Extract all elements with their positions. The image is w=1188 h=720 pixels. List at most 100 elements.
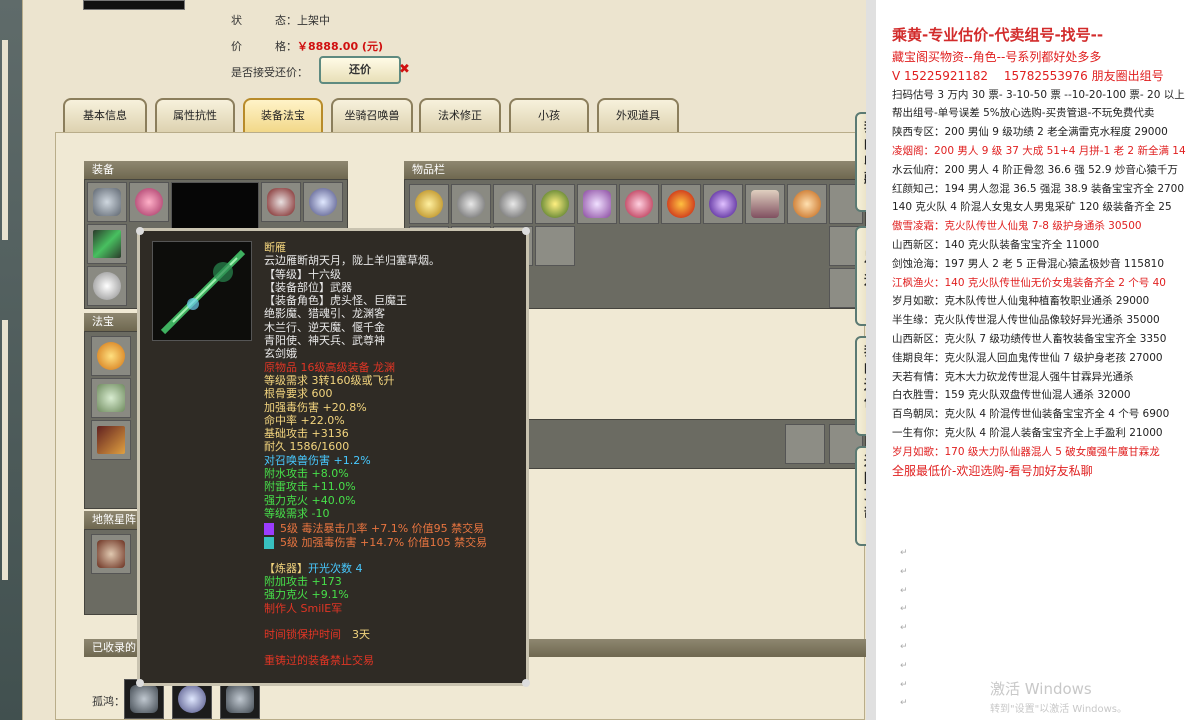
bargain-row: 是否接受还价： (231, 64, 308, 80)
document-line: 藏宝阁买物资--角色--号系列都好处多多 (892, 50, 1102, 64)
document-line: 山西新区：140 克火队装备宝宝齐全 11000 (892, 238, 1100, 251)
tooltip-line: 附水攻击 +8.0% (264, 467, 349, 481)
document-line: 全服最低价-欢迎选购-看号加好友私聊 (892, 463, 1093, 478)
document-line: 红颜知己：194 男人忽混 36.5 强混 38.9 装备宝宝齐全 2700 (892, 182, 1185, 195)
status-label: 状 态： (231, 14, 297, 27)
tooltip-line: 【装备部位】武器 (264, 280, 352, 294)
left-window-edge (0, 0, 22, 720)
tooltip-line: 原物品 16级高级装备 龙渊 (264, 360, 395, 374)
tab-basic-info[interactable]: 基本信息 (63, 98, 147, 132)
weapon-slot[interactable] (87, 224, 127, 264)
forbid-line: 重铸过的装备禁止交易 (264, 654, 374, 668)
inventory-slot[interactable] (619, 184, 659, 224)
treasure-slot[interactable] (91, 336, 131, 376)
mask-slot[interactable] (261, 182, 301, 222)
dilian-slot[interactable] (91, 534, 131, 574)
price-row: 价 格：￥8888.00 (元) (231, 38, 383, 54)
document-line: 佳期良年：克火队混人回血鬼传世仙 7 级护身老孩 27000 (892, 351, 1163, 364)
price-label: 价 格： (231, 40, 297, 53)
document-line: 扫码估号 3 万内 30 票- 3-10-50 票 --10-20-100 票-… (892, 88, 1185, 101)
document-line: 百鸟朝凤：克火队 4 阶混传世仙装备宝宝齐全 4 个号 6900 (892, 408, 1170, 421)
tab-child[interactable]: 小孩 (509, 98, 589, 132)
item-name: 断雁 (264, 241, 286, 254)
inventory-slot[interactable] (535, 226, 575, 266)
equipment-header: 装备 (84, 161, 348, 179)
treasure-header: 法宝 (84, 313, 140, 331)
inventory-slot[interactable] (493, 184, 533, 224)
tooltip-line: 绝影魔、猎魂引、龙渊客 (264, 307, 385, 321)
treasure-slot[interactable] (91, 378, 131, 418)
inventory-header: 物品栏 (404, 161, 866, 179)
tooltip-line: 云边雁断胡天月，陇上羊归塞草烟。 (264, 254, 440, 268)
guhong-label: 孤鸿： (92, 695, 125, 708)
document-line: 剑蚀沧海：197 男人 2 老 5 正骨混心猿孟极妙音 115810 (892, 257, 1165, 270)
windows-activation-hint: 转到"设置"以激活 Windows。 (990, 704, 1128, 715)
armor-slot[interactable] (87, 182, 127, 222)
gem-line: 5级 毒法暴击几率 +7.1% 价值95 禁交易 (264, 522, 524, 536)
tooltip-line: 强力克火 +40.0% (264, 493, 356, 507)
windows-activation-watermark: 激活 Windows (990, 680, 1092, 698)
document-line: 凌烟阁：200 男人 9 级 37 大成 51+4 月拼-1 老 2 新全满 1… (892, 144, 1186, 157)
document-title: 乘黄-专业估价-代卖组号-找号-- (892, 26, 1104, 44)
status-value: 上架中 (297, 14, 330, 27)
document-panel: 乘黄-专业估价-代卖组号-找号-- 藏宝阁买物资--角色--号系列都好处多多 V … (866, 0, 1188, 720)
inventory-slot[interactable] (703, 184, 743, 224)
storage-slot[interactable] (785, 424, 825, 464)
document-line: 140 克火队 4 阶混人女鬼女人男鬼采矿 120 级装备齐全 25 (892, 201, 1172, 214)
treasure-slot[interactable] (91, 420, 131, 460)
inventory-slot[interactable] (409, 184, 449, 224)
refine-stat: 强力克火 +9.1% (264, 588, 349, 602)
tab-appearance[interactable]: 外观道具 (597, 98, 679, 132)
document-text[interactable]: 乘黄-专业估价-代卖组号-找号-- 藏宝阁买物资--角色--号系列都好处多多 V … (892, 22, 1188, 480)
refine-label: 【炼器】 (264, 561, 308, 575)
tab-equipment[interactable]: 装备法宝 (243, 98, 323, 132)
item-tooltip: 断雁 云边雁断胡天月，陇上羊归塞草烟。 【等级】十六级 【装备部位】武器 【装备角色】… (136, 227, 530, 687)
character-preview-image (83, 0, 185, 10)
inventory-slot[interactable] (577, 184, 617, 224)
empty-paragraph-marks: ↵ ↵ ↵ ↵ ↵ ↵ ↵ ↵ ↵ (900, 548, 908, 709)
document-line: 半生缘：克火队传世混人传世仙品像较好异光通杀 35000 (892, 314, 1160, 327)
tooltip-line: 【装备角色】虎头怪、巨魔王 (264, 294, 407, 308)
tooltip-line: 附雷攻击 +11.0% (264, 480, 356, 494)
protect-value: 3天 (352, 628, 370, 642)
document-line: 天若有情：克木大力砍龙传世混人强牛甘霖异光通杀 (892, 370, 1134, 383)
tab-attributes[interactable]: 属性抗性 (155, 98, 235, 132)
lotus-slot[interactable] (129, 182, 169, 222)
treasure-grid (84, 331, 140, 509)
protect-line: 时间锁保护时间 3天 (264, 628, 524, 641)
bargain-button[interactable]: 还价 (319, 56, 401, 84)
document-line: V 15225921182 15782553976 朋友圈出组号 (892, 68, 1164, 83)
inventory-slot[interactable] (661, 184, 701, 224)
ring-slot[interactable] (87, 266, 127, 306)
tooltip-line: 青阳使、神天兵、武尊神 (264, 334, 385, 348)
gem-text: 5级 加强毒伤害 +14.7% 价值105 禁交易 (280, 535, 488, 549)
document-line: 江枫渔火：140 克火队传世仙无价女鬼装备齐全 2 个号 40 (892, 276, 1166, 289)
document-line: 帮出组号-单号误差 5%放心选购-买贵管退-不玩免费代卖 (892, 107, 1155, 120)
tab-spell-correction[interactable]: 法术修正 (419, 98, 501, 132)
price-value: ￥8888.00 (元) (297, 40, 383, 53)
bargain-label: 是否接受还价： (231, 66, 308, 79)
inventory-slot[interactable] (745, 184, 785, 224)
tooltip-line: 加强毒伤害 +20.8% (264, 400, 367, 414)
document-line: 陕西专区：200 男仙 9 级功绩 2 老全满雷克水程度 29000 (892, 126, 1168, 139)
inventory-slot[interactable] (451, 184, 491, 224)
tooltip-line: 对召唤兽伤害 +1.2% (264, 453, 371, 467)
document-line: 水云仙府：200 男人 4 阶正骨忽 36.6 强 52.9 炒音心猿千万 (892, 163, 1178, 176)
protect-label: 时间锁保护时间 (264, 628, 341, 642)
gem-text: 5级 毒法暴击几率 +7.1% 价值95 禁交易 (280, 522, 485, 536)
weapon-image (152, 241, 252, 341)
document-line: 一生有你：克火队 4 阶混人装备宝宝齐全上手盈利 21000 (892, 426, 1163, 439)
tooltip-line: 【等级】十六级 (264, 267, 341, 281)
close-icon[interactable]: ✖ (399, 62, 410, 77)
necklace-slot[interactable] (303, 182, 343, 222)
inventory-slot[interactable] (535, 184, 575, 224)
tooltip-text: 断雁 云边雁断胡天月，陇上羊归塞草烟。 【等级】十六级 【装备部位】武器 【装备角色】… (264, 241, 524, 668)
tooltip-line: 玄剑娥 (264, 347, 297, 361)
refine-stat: 附加攻击 +173 (264, 575, 342, 589)
gem-line: 5级 加强毒伤害 +14.7% 价值105 禁交易 (264, 536, 524, 549)
tooltip-line: 命中率 +22.0% (264, 413, 345, 427)
document-line: 山西新区：克火队 7 级功绩传世人畜牧装备宝宝齐全 3350 (892, 332, 1167, 345)
tab-mounts-pets[interactable]: 坐骑召唤兽 (331, 98, 413, 132)
inventory-slot[interactable] (787, 184, 827, 224)
refine-line: 【炼器】开光次数 4 (264, 562, 524, 575)
